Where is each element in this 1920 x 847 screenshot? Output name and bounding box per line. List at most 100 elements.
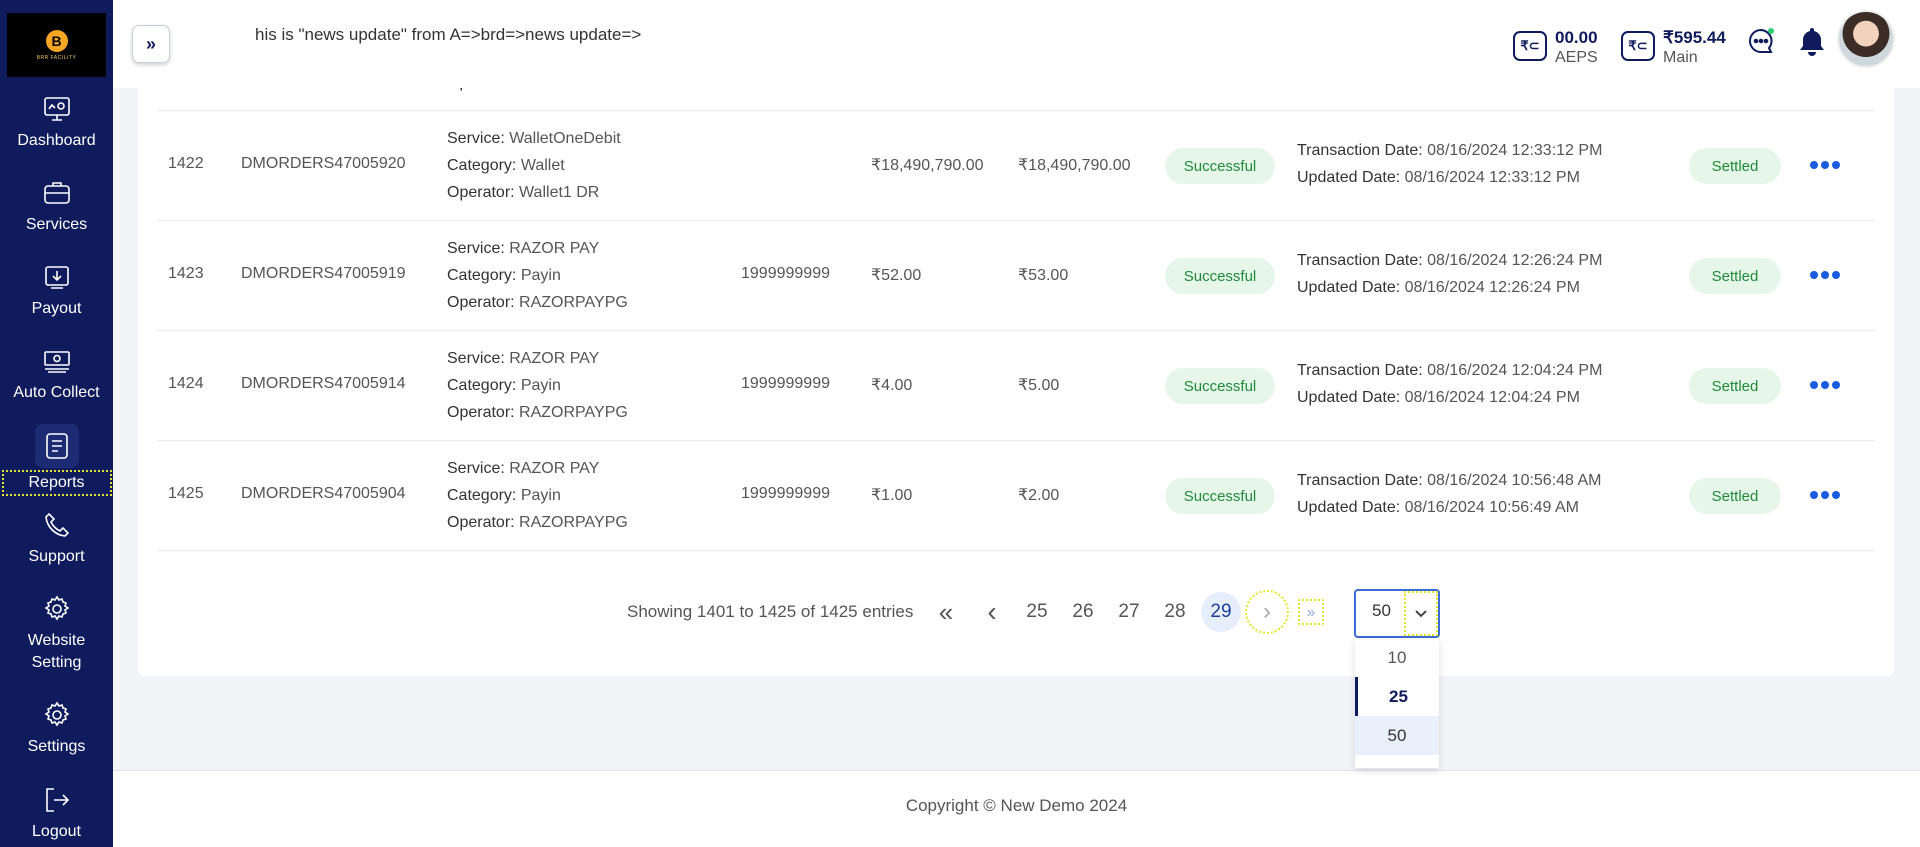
sidebar-item-payout[interactable]: Payout: [0, 262, 113, 320]
more-actions-icon[interactable]: [1810, 380, 1840, 390]
settled-badge: Settled: [1689, 368, 1781, 404]
next-page-button[interactable]: ›: [1245, 590, 1289, 634]
sidebar-item-support[interactable]: Support: [0, 510, 113, 568]
sidebar-item-label: Support: [28, 548, 85, 565]
service-details: Service: RAZOR PAY Category: Payin Opera…: [447, 345, 628, 426]
dates: Transaction Date: 08/16/2024 12:33:12 PM…: [1297, 137, 1602, 191]
page-size-option-10[interactable]: 10: [1355, 638, 1439, 677]
status-badge: Successful: [1165, 148, 1275, 184]
sidebar-item-label: Logout: [32, 823, 81, 840]
service-value: RAZOR PAY: [509, 350, 600, 367]
service-label: Service:: [447, 350, 505, 367]
auto-collect-icon: [43, 351, 70, 373]
sidebar-item-website-setting[interactable]: Website Setting: [0, 594, 113, 674]
total-amount: ₹5.00: [1018, 377, 1060, 394]
service-value: RAZOR PAY: [509, 240, 600, 257]
sidebar-item-label: Payout: [31, 300, 82, 317]
chevron-down-icon[interactable]: [1404, 591, 1438, 636]
sidebar-item-label: Services: [25, 216, 88, 233]
order-id: DMORDERS47005919: [241, 265, 406, 282]
amount: ₹18,490,790.00: [871, 157, 984, 174]
service-details: Service: RAZOR PAY Category: Payin Opera…: [447, 235, 628, 316]
footer: Copyright © New Demo 2024: [113, 770, 1920, 847]
order-id: DMORDERS47005920: [241, 155, 406, 172]
page-button-27[interactable]: 27: [1109, 592, 1149, 632]
wallet-icon: ₹⊂: [1513, 31, 1547, 61]
logout-icon: [45, 788, 69, 812]
sidebar-item-settings[interactable]: Settings: [0, 700, 113, 758]
txn-date-value: 08/16/2024 12:04:24 PM: [1427, 362, 1603, 379]
page-button-28[interactable]: 28: [1155, 592, 1195, 632]
aeps-balance: ₹⊂ 00.00 AEPS: [1513, 28, 1598, 68]
sidebar-item-reports[interactable]: Reports: [0, 424, 113, 496]
page-button-29-current[interactable]: 29: [1201, 592, 1241, 632]
pagination-summary: Showing 1401 to 1425 of 1425 entries: [627, 602, 914, 621]
expand-sidebar-button[interactable]: »: [132, 25, 170, 63]
brand-logo[interactable]: B BRR FACILITY: [7, 13, 106, 77]
service-label: Service:: [447, 460, 505, 477]
sidebar-item-label: Website Setting: [27, 632, 86, 671]
dates: Transaction Date: 08/16/2024 10:56:48 AM…: [1297, 467, 1602, 521]
mobile: 1999999999: [741, 485, 830, 502]
main-balance-value: ₹595.44: [1663, 28, 1726, 47]
sidebar-item-label: Dashboard: [17, 132, 96, 149]
sidebar-item-dashboard[interactable]: Dashboard: [0, 94, 113, 152]
amount: ₹1.00: [871, 487, 913, 504]
table-row: 1423 DMORDERS47005919 Service: RAZOR PAY…: [157, 221, 1875, 331]
total-amount: ₹2.00: [1018, 487, 1060, 504]
category-value: Payin: [520, 487, 561, 504]
updated-date-value: 08/16/2024 12:26:24 PM: [1404, 279, 1580, 296]
main-balance-label: Main: [1663, 49, 1698, 66]
more-actions-icon[interactable]: [1810, 160, 1840, 170]
page-button-26[interactable]: 26: [1063, 592, 1103, 632]
status-badge: Successful: [1165, 478, 1275, 514]
sidebar-item-label: Auto Collect: [13, 384, 100, 401]
operator-label: Operator:: [447, 404, 515, 421]
page-size-option-50[interactable]: 50: [1355, 716, 1439, 755]
page-size-value: 50: [1372, 601, 1391, 620]
page-size-option-25[interactable]: 25: [1355, 677, 1439, 716]
dates: Transaction Date: 08/16/2024 12:04:24 PM…: [1297, 357, 1602, 411]
reports-icon: [45, 433, 68, 459]
prev-page-button[interactable]: ‹: [972, 592, 1012, 632]
operator-value: RAZORPAYPG: [519, 294, 628, 311]
sidebar-item-label: Reports: [1, 470, 112, 496]
table-row: 1425 DMORDERS47005904 Service: RAZOR PAY…: [157, 441, 1875, 551]
bell-icon[interactable]: [1798, 26, 1826, 61]
updated-date-label: Updated Date:: [1297, 169, 1401, 186]
last-page-button[interactable]: »: [1298, 599, 1324, 625]
category-label: Category:: [447, 157, 517, 174]
txn-date-label: Transaction Date:: [1297, 362, 1423, 379]
service-value: WalletOneDebit: [509, 130, 621, 147]
first-page-button[interactable]: «: [926, 592, 966, 632]
row-id: 1422: [168, 155, 204, 172]
avatar[interactable]: [1837, 10, 1895, 68]
category-value: Payin: [520, 377, 561, 394]
mobile: 1999999999: [741, 265, 830, 282]
sidebar-item-auto-collect[interactable]: Auto Collect: [0, 346, 113, 404]
row-id: 1424: [168, 375, 204, 392]
order-id: DMORDERS47005904: [241, 485, 406, 502]
page-button-25[interactable]: 25: [1017, 592, 1057, 632]
txn-date-value: 08/16/2024 12:33:12 PM: [1427, 142, 1603, 159]
mobile: 1999999999: [741, 375, 830, 392]
amount: ₹4.00: [871, 377, 913, 394]
operator-value: Wallet1 DR: [519, 184, 600, 201]
operator-value: RAZORPAYPG: [519, 404, 628, 421]
row-id: 1423: [168, 265, 204, 282]
aeps-balance-label: AEPS: [1555, 49, 1598, 66]
txn-date-label: Transaction Date:: [1297, 472, 1423, 489]
settled-badge: Settled: [1689, 258, 1781, 294]
reports-icon-box: [34, 424, 79, 468]
more-actions-icon[interactable]: [1810, 490, 1840, 500]
logo-mark-icon: B: [45, 29, 68, 52]
page-size-select[interactable]: 50: [1354, 589, 1440, 638]
sidebar-item-logout[interactable]: Logout: [0, 785, 113, 843]
chat-icon[interactable]: [1746, 26, 1776, 61]
more-actions-icon[interactable]: [1810, 270, 1840, 280]
row-id: 1425: [168, 485, 204, 502]
status-badge: Successful: [1165, 258, 1275, 294]
updated-date-label: Updated Date:: [1297, 279, 1401, 296]
sidebar-item-services[interactable]: Services: [0, 178, 113, 236]
sidebar-item-label: Settings: [27, 738, 86, 755]
